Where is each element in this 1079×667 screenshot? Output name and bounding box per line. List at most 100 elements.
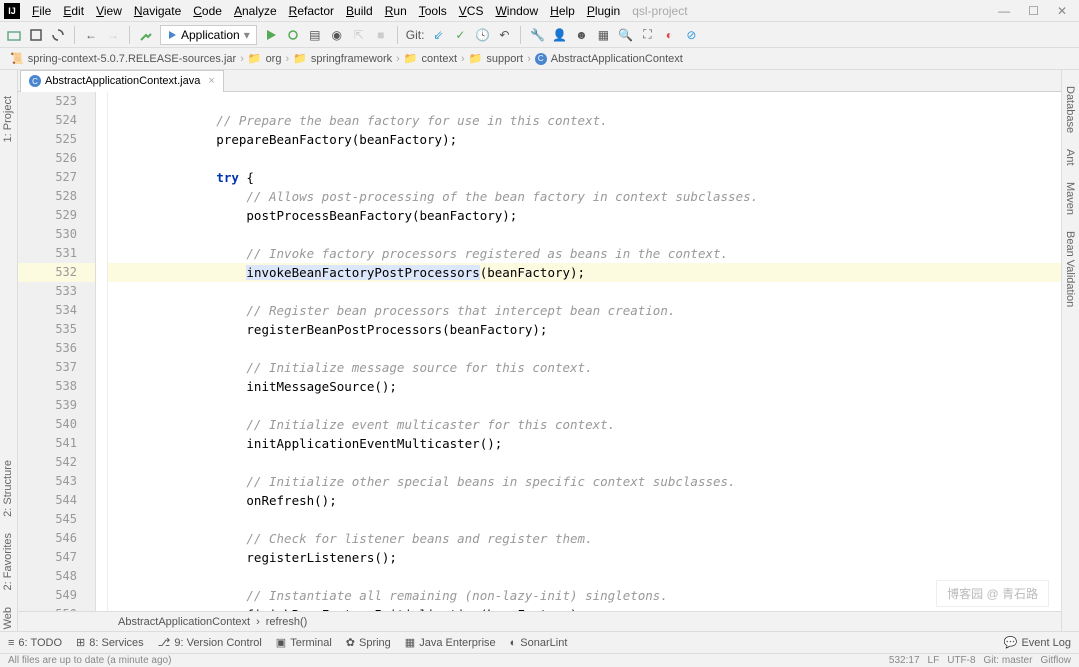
- code-line[interactable]: [108, 396, 1061, 415]
- code-line[interactable]: [108, 92, 1061, 111]
- line-number[interactable]: 548: [18, 567, 95, 586]
- code-line[interactable]: postProcessBeanFactory(beanFactory);: [108, 206, 1061, 225]
- vcs-revert-icon[interactable]: ↶: [496, 27, 512, 43]
- line-number[interactable]: 525: [18, 130, 95, 149]
- back-icon[interactable]: ←: [83, 27, 99, 43]
- menu-help[interactable]: Help: [544, 2, 581, 20]
- block-icon[interactable]: ⊘: [683, 27, 699, 43]
- line-number[interactable]: 528: [18, 187, 95, 206]
- maximize-icon[interactable]: ☐: [1028, 4, 1039, 18]
- tab-close-icon[interactable]: ×: [208, 75, 214, 87]
- menu-edit[interactable]: Edit: [57, 2, 90, 20]
- line-number[interactable]: 533: [18, 282, 95, 301]
- debug-icon[interactable]: [285, 27, 301, 43]
- minimize-icon[interactable]: —: [998, 4, 1010, 18]
- tool-favorites[interactable]: 2: Favorites: [0, 527, 16, 596]
- menu-vcs[interactable]: VCS: [453, 2, 490, 20]
- line-gutter[interactable]: 5235245255265275285295305315325335345355…: [18, 92, 96, 631]
- tool-sonarlint[interactable]: ◐ SonarLint: [510, 637, 568, 649]
- tool-javaee[interactable]: ▦ Java Enterprise: [405, 636, 496, 649]
- status-gitflow[interactable]: Gitflow: [1040, 655, 1071, 666]
- run-config-dropdown[interactable]: Application ▾: [160, 25, 257, 45]
- close-icon[interactable]: ✕: [1057, 4, 1067, 18]
- tool-terminal[interactable]: ▣ Terminal: [276, 636, 332, 649]
- line-number[interactable]: 531: [18, 244, 95, 263]
- tool-project[interactable]: 1: Project: [0, 90, 16, 148]
- code-line[interactable]: // Prepare the bean factory for use in t…: [108, 111, 1061, 130]
- breadcrumb-item[interactable]: 📁 org: [244, 52, 286, 65]
- line-number[interactable]: 541: [18, 434, 95, 453]
- line-number[interactable]: 535: [18, 320, 95, 339]
- sonarlint-icon[interactable]: ◐: [661, 27, 677, 43]
- tool-maven[interactable]: Maven: [1062, 176, 1078, 221]
- code-line[interactable]: registerListeners();: [108, 548, 1061, 567]
- line-number[interactable]: 526: [18, 149, 95, 168]
- menu-file[interactable]: File: [26, 2, 57, 20]
- line-number[interactable]: 547: [18, 548, 95, 567]
- vcs-commit-icon[interactable]: ✓: [452, 27, 468, 43]
- code-line[interactable]: [108, 282, 1061, 301]
- code-editor[interactable]: // Prepare the bean factory for use in t…: [108, 92, 1061, 631]
- vcs-history-icon[interactable]: 🕓: [474, 27, 490, 43]
- code-line[interactable]: // Initialize other special beans in spe…: [108, 472, 1061, 491]
- breadcrumb-item[interactable]: 📁 springframework: [289, 52, 396, 65]
- tool-vcs[interactable]: ⎇ 9: Version Control: [158, 636, 262, 649]
- menu-build[interactable]: Build: [340, 2, 379, 20]
- crumb-class[interactable]: AbstractApplicationContext: [118, 616, 250, 628]
- code-line[interactable]: // Check for listener beans and register…: [108, 529, 1061, 548]
- tool-web[interactable]: Web: [0, 601, 16, 635]
- fold-column[interactable]: [96, 92, 108, 631]
- line-number[interactable]: 545: [18, 510, 95, 529]
- menu-run[interactable]: Run: [379, 2, 413, 20]
- attach-icon[interactable]: ⇱: [351, 27, 367, 43]
- coverage-icon[interactable]: ▤: [307, 27, 323, 43]
- menu-code[interactable]: Code: [187, 2, 228, 20]
- line-number[interactable]: 542: [18, 453, 95, 472]
- menu-refactor[interactable]: Refactor: [283, 2, 340, 20]
- status-eol[interactable]: LF: [928, 655, 940, 666]
- code-line[interactable]: [108, 453, 1061, 472]
- tool-database[interactable]: Database: [1062, 80, 1078, 139]
- emoji-icon[interactable]: ☻: [573, 27, 589, 43]
- code-line[interactable]: [108, 567, 1061, 586]
- breadcrumb-item[interactable]: 📜 spring-context-5.0.7.RELEASE-sources.j…: [6, 52, 240, 65]
- profile-icon[interactable]: ◉: [329, 27, 345, 43]
- code-line[interactable]: try {: [108, 168, 1061, 187]
- line-number[interactable]: 523: [18, 92, 95, 111]
- code-line[interactable]: [108, 149, 1061, 168]
- code-line[interactable]: [108, 510, 1061, 529]
- tool-spring[interactable]: ✿ Spring: [346, 636, 391, 649]
- file-tab[interactable]: C AbstractApplicationContext.java ×: [20, 70, 224, 92]
- code-line[interactable]: onRefresh();: [108, 491, 1061, 510]
- tool-services[interactable]: ⊞ 8: Services: [76, 636, 144, 649]
- forward-icon[interactable]: →: [105, 27, 121, 43]
- tool-beanval[interactable]: Bean Validation: [1062, 225, 1078, 313]
- run-icon[interactable]: [263, 27, 279, 43]
- stop-icon[interactable]: ■: [373, 27, 389, 43]
- breadcrumb-item[interactable]: 📁 support: [465, 52, 527, 65]
- code-line[interactable]: // Initialize message source for this co…: [108, 358, 1061, 377]
- menu-tools[interactable]: Tools: [413, 2, 453, 20]
- breadcrumb-item[interactable]: 📁 context: [400, 52, 461, 65]
- code-line[interactable]: initMessageSource();: [108, 377, 1061, 396]
- code-line[interactable]: // Register bean processors that interce…: [108, 301, 1061, 320]
- code-line[interactable]: prepareBeanFactory(beanFactory);: [108, 130, 1061, 149]
- code-line[interactable]: // Allows post-processing of the bean fa…: [108, 187, 1061, 206]
- menu-plugin[interactable]: Plugin: [581, 2, 626, 20]
- code-line[interactable]: [108, 225, 1061, 244]
- line-number[interactable]: 549: [18, 586, 95, 605]
- line-number[interactable]: 534: [18, 301, 95, 320]
- tool-eventlog[interactable]: 💬 Event Log: [1004, 636, 1071, 649]
- line-number[interactable]: 536: [18, 339, 95, 358]
- line-number[interactable]: 537: [18, 358, 95, 377]
- line-number[interactable]: 529: [18, 206, 95, 225]
- code-line[interactable]: // Invoke factory processors registered …: [108, 244, 1061, 263]
- vcs-update-icon[interactable]: ⇙: [430, 27, 446, 43]
- breadcrumb-item[interactable]: C AbstractApplicationContext: [531, 53, 687, 65]
- line-number[interactable]: 540: [18, 415, 95, 434]
- search-icon[interactable]: 🔍: [617, 27, 633, 43]
- line-number[interactable]: 532: [18, 263, 95, 282]
- avatar-icon[interactable]: 👤: [551, 27, 567, 43]
- structure-icon[interactable]: ▦: [595, 27, 611, 43]
- line-number[interactable]: 539: [18, 396, 95, 415]
